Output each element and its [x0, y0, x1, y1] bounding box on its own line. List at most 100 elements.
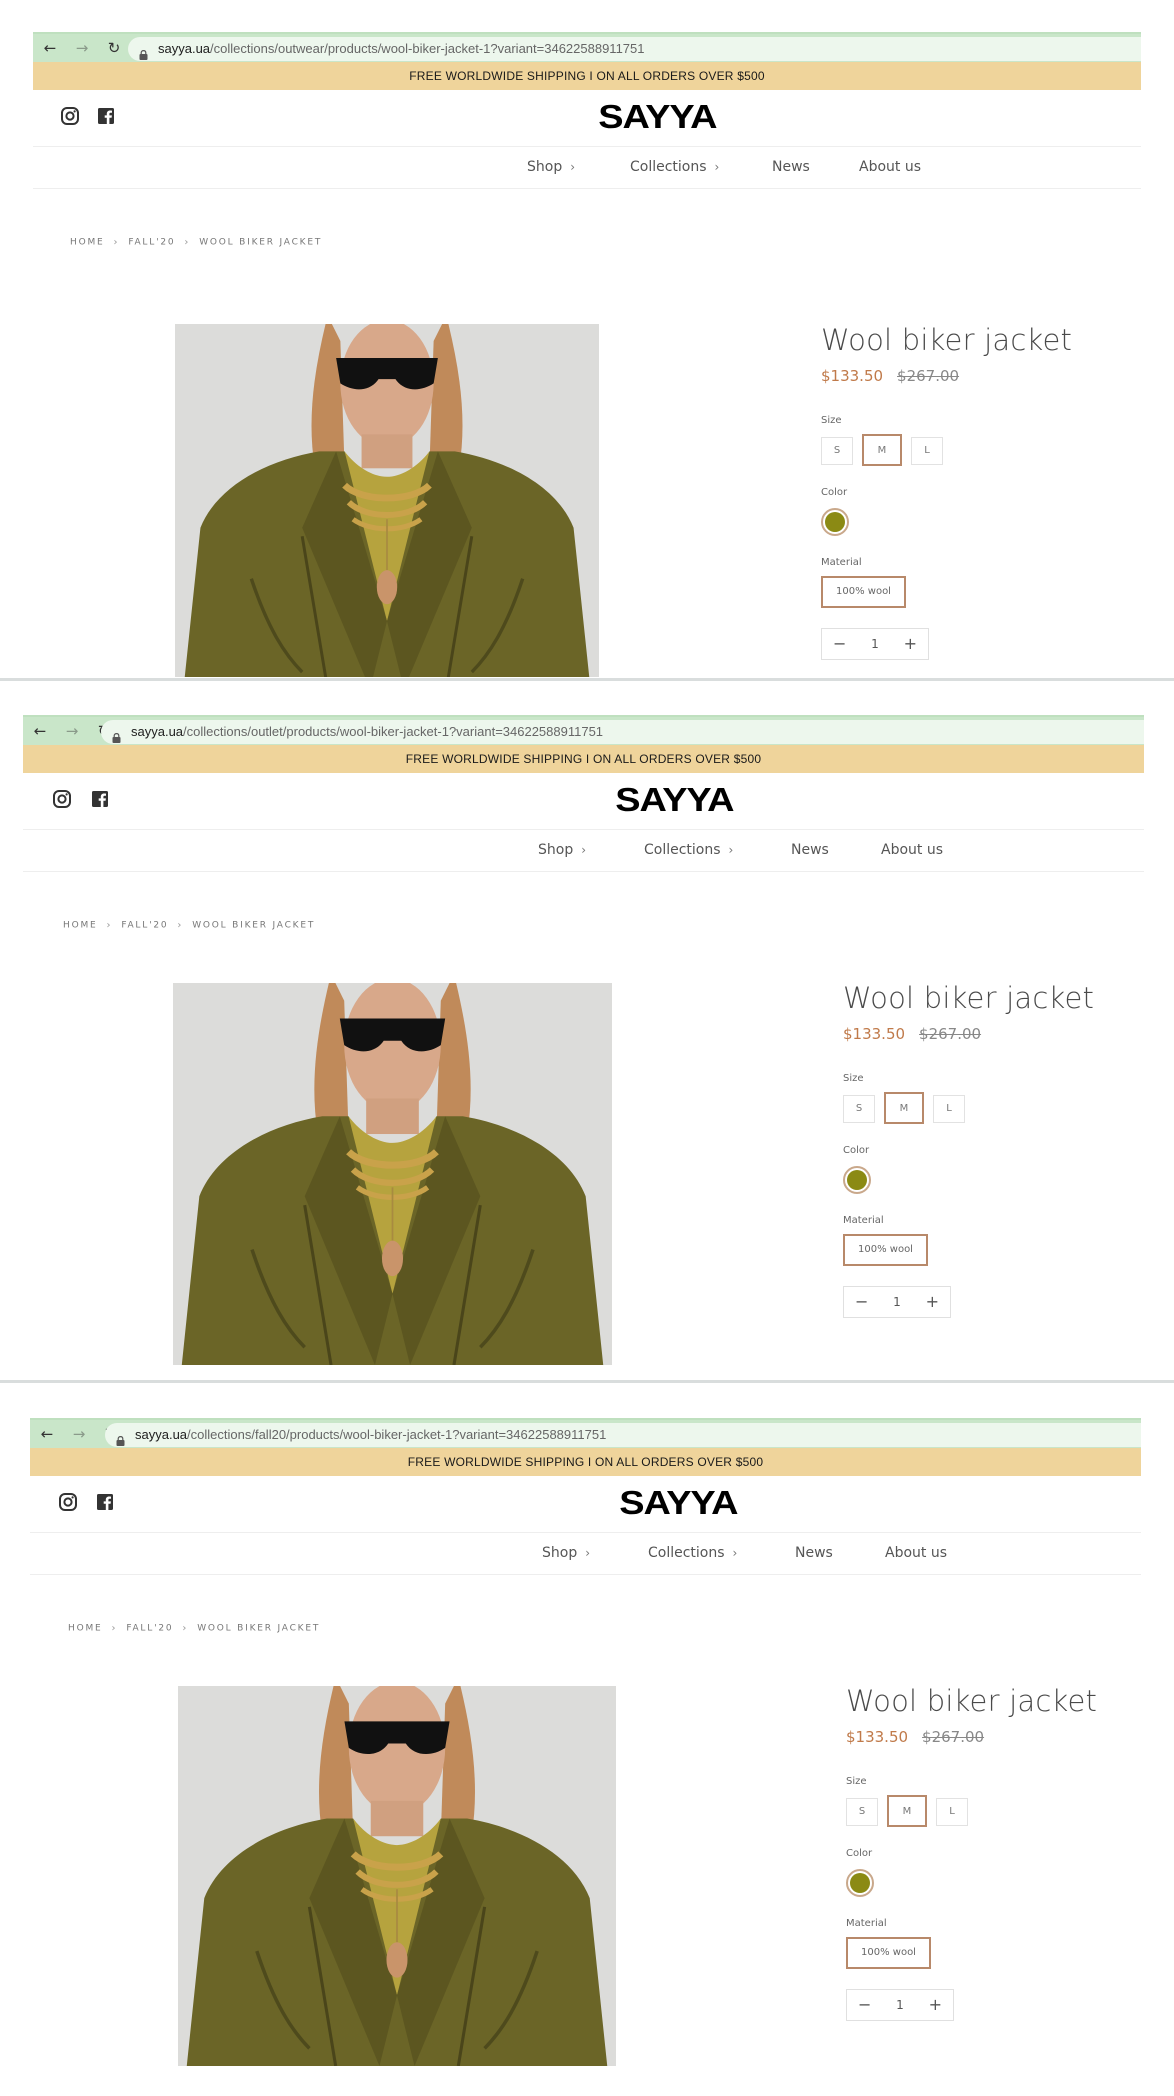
product-info: Wool biker jacket $133.50 $267.00 Size S M L Co…	[821, 322, 1072, 660]
size-option-m[interactable]: M	[884, 1092, 924, 1124]
product-info: Wool biker jacket $133.50 $267.00 Size S M L Co…	[843, 980, 1094, 1318]
menu-item-collections[interactable]: Collections ›	[648, 1543, 737, 1563]
back-arrow-icon[interactable]: ←	[29, 721, 51, 741]
reload-icon[interactable]: ↻	[103, 38, 125, 58]
back-arrow-icon[interactable]: ←	[39, 38, 61, 58]
price-row: $133.50 $267.00	[821, 366, 1072, 386]
breadcrumb-home[interactable]: HOME	[70, 238, 105, 248]
url-path: /collections/fall20/products/wool-biker-…	[187, 1427, 607, 1442]
back-arrow-icon[interactable]: ←	[36, 1424, 58, 1444]
browser-window: ←→↻sayya.ua/collections/fall20/products/…	[30, 1418, 1141, 2096]
chevron-right-icon: ›	[585, 1546, 591, 1560]
material-option-wool[interactable]: 100% wool	[843, 1234, 928, 1266]
menu-item-shop[interactable]: Shop ›	[527, 157, 575, 177]
chevron-right-icon: ›	[714, 160, 720, 174]
product-photo-art	[178, 1686, 616, 2066]
size-option-s[interactable]: S	[821, 437, 853, 465]
quantity-increase-button[interactable]: +	[915, 1287, 950, 1317]
menu-item-about[interactable]: About us	[885, 1543, 947, 1563]
product-title: Wool biker jacket	[843, 981, 1095, 1015]
color-label: Color	[843, 1145, 870, 1156]
breadcrumb-home[interactable]: HOME	[68, 1624, 103, 1634]
screenshot-panel: ← → ↻ sayya.ua/collections/outwear/products…	[0, 32, 1174, 677]
menu-item-label: News	[791, 842, 829, 858]
lock-icon	[112, 727, 121, 743]
material-options: 100% wool	[846, 1937, 1097, 1969]
chevron-right-icon: ›	[177, 920, 184, 931]
quantity-decrease-button[interactable]: −	[847, 1990, 882, 2020]
menu-item-collections[interactable]: Collections ›	[630, 157, 719, 177]
menu-item-label: News	[772, 159, 810, 175]
material-option-wool[interactable]: 100% wool	[821, 576, 906, 608]
quantity-value[interactable]: 1	[857, 629, 892, 659]
compare-price: $267.00	[922, 1728, 985, 1746]
forward-arrow-icon[interactable]: →	[61, 721, 83, 741]
product-title: Wool biker jacket	[821, 323, 1073, 357]
size-option-l[interactable]: L	[933, 1095, 965, 1123]
chevron-right-icon: ›	[182, 1623, 189, 1634]
menu-item-shop[interactable]: Shop ›	[542, 1543, 590, 1563]
menu-item-news[interactable]: News	[791, 840, 829, 860]
size-option-l[interactable]: L	[936, 1798, 968, 1826]
address-bar[interactable]: sayya.ua/collections/outwear/products/wo…	[128, 37, 1141, 61]
brand-logo[interactable]: SAYYA	[615, 781, 734, 819]
menu-item-news[interactable]: News	[772, 157, 810, 177]
chevron-right-icon: ›	[106, 920, 113, 931]
product-image[interactable]	[175, 324, 599, 677]
main-menu: Shop › Collections › News About us	[33, 146, 1141, 189]
menu-item-news[interactable]: News	[795, 1543, 833, 1563]
promo-banner: FREE WORLDWIDE SHIPPING I ON ALL ORDERS …	[33, 62, 1141, 90]
size-label: Size	[843, 1073, 864, 1084]
facebook-icon[interactable]	[96, 106, 116, 126]
instagram-icon[interactable]	[60, 106, 80, 126]
quantity-value[interactable]: 1	[879, 1287, 914, 1317]
address-bar[interactable]: sayya.ua/collections/outlet/products/woo…	[101, 720, 1144, 744]
brand-logo[interactable]: SAYYA	[619, 1484, 738, 1522]
menu-item-about[interactable]: About us	[859, 157, 921, 177]
panel-divider	[0, 678, 1174, 681]
breadcrumb-collection[interactable]: FALL'20	[126, 1624, 173, 1634]
size-option-m[interactable]: M	[862, 434, 902, 466]
quantity-increase-button[interactable]: +	[893, 629, 928, 659]
color-dot	[850, 1873, 870, 1893]
menu-item-label: Collections	[630, 159, 707, 175]
product-image[interactable]	[173, 983, 612, 1365]
size-option-l[interactable]: L	[911, 437, 943, 465]
facebook-icon[interactable]	[95, 1492, 115, 1512]
instagram-icon[interactable]	[58, 1492, 78, 1512]
menu-item-about[interactable]: About us	[881, 840, 943, 860]
breadcrumb-collection[interactable]: FALL'20	[121, 921, 168, 931]
material-option-wool[interactable]: 100% wool	[846, 1937, 931, 1969]
menu-item-collections[interactable]: Collections ›	[644, 840, 733, 860]
product-image[interactable]	[178, 1686, 616, 2066]
color-swatch-olive[interactable]	[846, 1869, 874, 1897]
breadcrumb-home[interactable]: HOME	[63, 921, 98, 931]
facebook-icon[interactable]	[90, 789, 110, 809]
menu-item-label: Shop	[527, 159, 563, 175]
main-menu: Shop › Collections › News About us	[30, 1532, 1141, 1575]
address-bar[interactable]: sayya.ua/collections/fall20/products/woo…	[105, 1423, 1141, 1447]
quantity-value[interactable]: 1	[882, 1990, 917, 2020]
size-option-s[interactable]: S	[846, 1798, 878, 1826]
instagram-icon[interactable]	[52, 789, 72, 809]
breadcrumb: HOME › FALL'20 › WOOL BIKER JACKET	[68, 1623, 320, 1634]
breadcrumb-collection[interactable]: FALL'20	[128, 238, 175, 248]
site-header: SAYYA	[30, 1476, 1141, 1533]
color-swatch-olive[interactable]	[843, 1166, 871, 1194]
quantity-increase-button[interactable]: +	[918, 1990, 953, 2020]
brand-logo[interactable]: SAYYA	[598, 98, 717, 136]
browser-toolbar: ←→↻sayya.ua/collections/fall20/products/…	[30, 1418, 1141, 1448]
forward-arrow-icon[interactable]: →	[68, 1424, 90, 1444]
quantity-decrease-button[interactable]: −	[822, 629, 857, 659]
color-swatch-olive[interactable]	[821, 508, 849, 536]
size-option-m[interactable]: M	[887, 1795, 927, 1827]
promo-banner: FREE WORLDWIDE SHIPPING I ON ALL ORDERS …	[23, 745, 1144, 773]
size-option-s[interactable]: S	[843, 1095, 875, 1123]
material-label: Material	[821, 557, 862, 568]
menu-item-shop[interactable]: Shop ›	[538, 840, 586, 860]
breadcrumb: HOME › FALL'20 › WOOL BIKER JACKET	[70, 237, 322, 248]
forward-arrow-icon[interactable]: →	[71, 38, 93, 58]
quantity-decrease-button[interactable]: −	[844, 1287, 879, 1317]
chevron-right-icon: ›	[113, 237, 120, 248]
product-title: Wool biker jacket	[846, 1684, 1098, 1718]
